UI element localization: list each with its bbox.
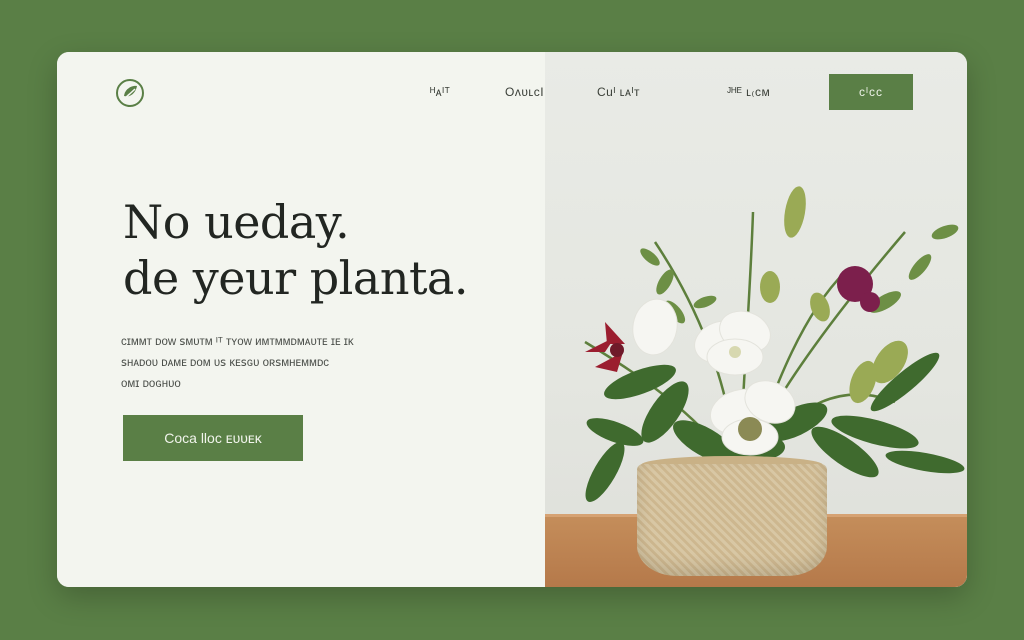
leaf-logo-icon[interactable] bbox=[115, 78, 145, 108]
nav-item-1[interactable]: ᴴᴀᴵᵀ bbox=[430, 85, 450, 99]
hero-headline: No ueday. de yeur planta. bbox=[123, 194, 468, 306]
landing-card: ᴴᴀᴵᵀ OʌᴜʟcI Cuᴵ ʟᴀᴵᴛ ᴶᴴᴱ ʟ₍ᴄᴍ ᴄᴵᴄᴄ No ue… bbox=[57, 52, 967, 587]
body-line-2: ꜱʜᴀᴅᴏᴜ ᴅᴀᴍᴇ ᴅᴏᴍ ᴜꜱ ᴋᴇꜱɢᴜ ᴏʀꜱᴍʜᴇᴍᴍᴅᴄ bbox=[121, 357, 330, 369]
headline-line-1: No ueday. bbox=[123, 195, 350, 249]
nav-item-4[interactable]: ᴶᴴᴱ ʟ₍ᴄᴍ bbox=[727, 85, 770, 99]
hero-left-pane bbox=[57, 52, 545, 587]
hero-image bbox=[545, 52, 967, 587]
headline-line-2: de yeur planta. bbox=[123, 251, 468, 305]
body-line-3: ᴏᴍɪ ᴅᴏɢʜᴜᴏ bbox=[121, 378, 181, 390]
hero-cta-button[interactable]: Coca lloᴄ ᴇᴜᴜᴇᴋ bbox=[123, 415, 303, 461]
body-line-1: ᴄɪᴍᴍᴛ ᴅᴏᴡ ꜱᴍᴜᴛᴍ ᴵᵀ ᴛʏᴏᴡ ᴎᴍᴛᴍᴍᴅᴍᴀᴜᴛᴇ ɪᴇ ɪ… bbox=[121, 336, 354, 348]
nav-item-2[interactable]: OʌᴜʟcI bbox=[505, 85, 544, 99]
nav-item-3[interactable]: Cuᴵ ʟᴀᴵᴛ bbox=[597, 85, 640, 99]
woven-pot bbox=[637, 464, 827, 576]
hero-body-copy: ᴄɪᴍᴍᴛ ᴅᴏᴡ ꜱᴍᴜᴛᴍ ᴵᵀ ᴛʏᴏᴡ ᴎᴍᴛᴍᴍᴅᴍᴀᴜᴛᴇ ɪᴇ ɪ… bbox=[121, 332, 451, 395]
nav-cta-button[interactable]: ᴄᴵᴄᴄ bbox=[829, 74, 913, 110]
